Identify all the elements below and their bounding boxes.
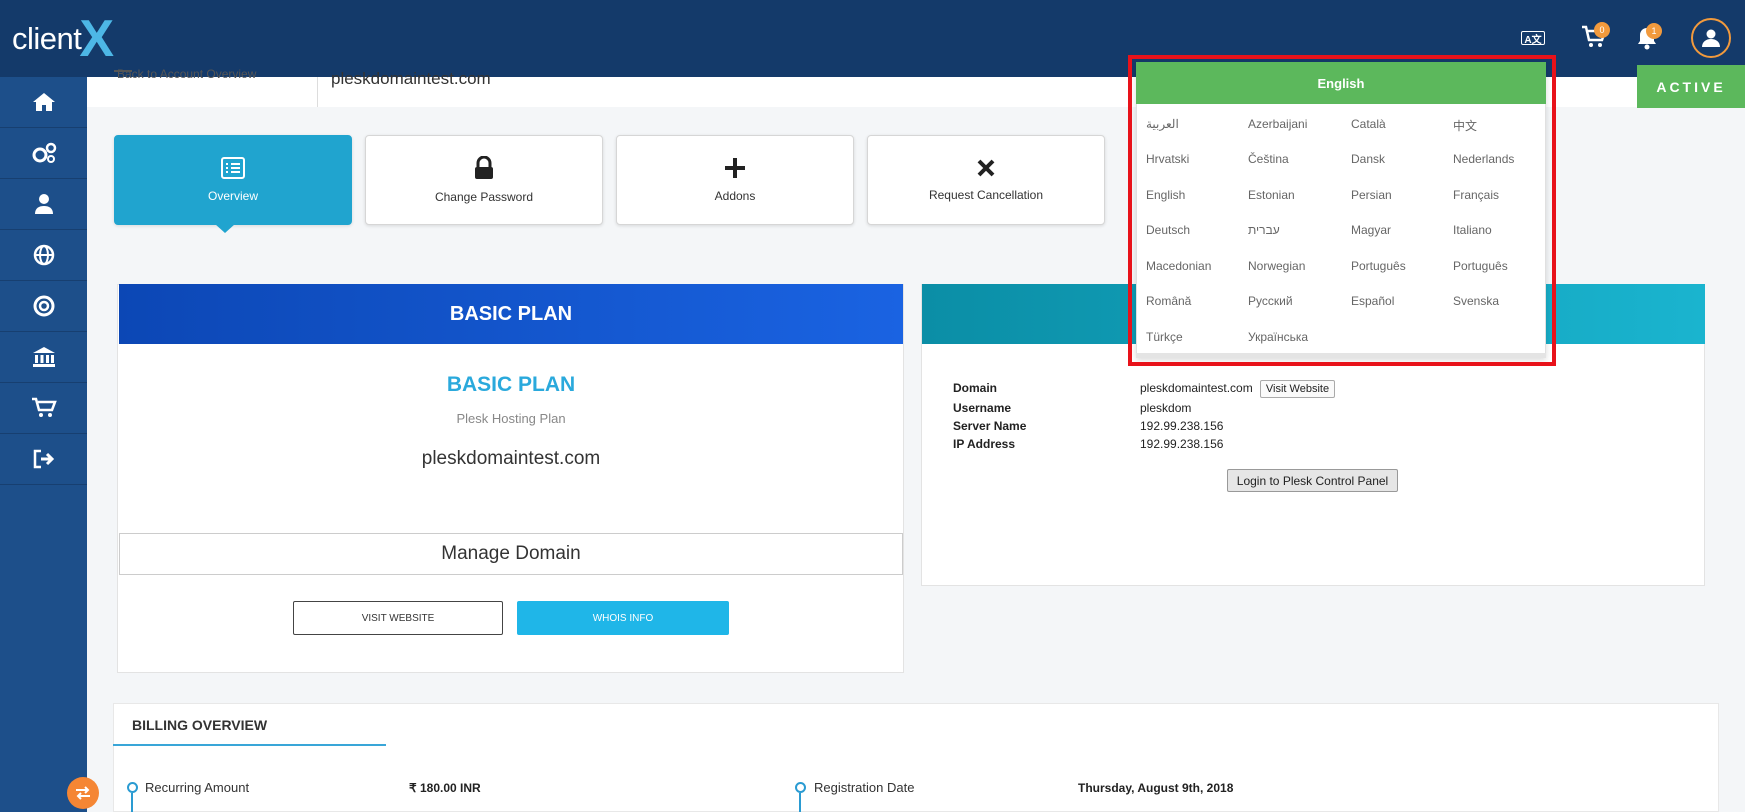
sidebar	[0, 77, 87, 812]
tab-addons[interactable]: Addons	[616, 135, 854, 225]
active-tab-pointer	[215, 224, 235, 233]
list-icon	[221, 157, 245, 179]
times-icon	[977, 159, 995, 177]
tab-overview[interactable]: Overview	[114, 135, 352, 225]
detail-label: Domain	[953, 381, 998, 395]
detail-label: IP Address	[953, 437, 1016, 451]
tab-label: Change Password	[434, 190, 534, 204]
tab-request-cancellation[interactable]: Request Cancellation	[867, 135, 1105, 225]
cart-icon[interactable]	[0, 383, 87, 434]
back-to-account-link[interactable]: Back to Account Overview	[117, 67, 256, 81]
visit-website-button[interactable]: VISIT WEBSITE	[293, 601, 503, 635]
logo-text: client	[12, 21, 82, 56]
registration-date-value: Thursday, August 9th, 2018	[1078, 781, 1234, 795]
billing-panel	[113, 703, 1719, 812]
notification-count-badge: 1	[1646, 23, 1662, 39]
manage-domain-button[interactable]: Manage Domain	[119, 533, 903, 575]
detail-label: Server Name	[953, 419, 1027, 433]
logo-mark: X	[79, 10, 115, 68]
tab-change-password[interactable]: Change Password	[365, 135, 603, 225]
plan-name: BASIC PLAN	[446, 373, 576, 396]
detail-value: pleskdomaintest.com	[1140, 381, 1253, 395]
language-icon[interactable]: A文	[1521, 31, 1545, 46]
detail-value: 192.99.238.156	[1140, 437, 1224, 451]
visit-website-small-button[interactable]: Visit Website	[1260, 380, 1335, 398]
recurring-amount-label: Recurring Amount	[145, 780, 250, 795]
user-avatar-icon[interactable]	[1691, 18, 1731, 58]
plan-domain: pleskdomaintest.com	[421, 448, 601, 469]
plan-type: Plesk Hosting Plan	[456, 411, 566, 426]
timeline-line	[131, 793, 133, 812]
globe-icon[interactable]	[0, 230, 87, 281]
billing-title: BILLING OVERVIEW	[132, 717, 268, 733]
service-domain: pleskdomaintest.com	[331, 69, 491, 88]
home-icon[interactable]	[0, 77, 87, 128]
billing-title-underline	[113, 744, 386, 746]
status-badge: ACTIVE	[1637, 65, 1745, 108]
bank-icon[interactable]	[0, 332, 87, 383]
logout-icon[interactable]	[0, 434, 87, 485]
divider	[317, 77, 318, 107]
lock-icon	[475, 156, 493, 179]
registration-date-label: Registration Date	[814, 780, 915, 795]
highlight-annotation	[1128, 55, 1556, 366]
tab-label: Request Cancellation	[928, 188, 1044, 202]
plus-icon	[725, 158, 745, 178]
timeline-line	[799, 793, 801, 812]
tab-label: Addons	[714, 189, 756, 203]
detail-value: 192.99.238.156	[1140, 419, 1224, 433]
user-icon[interactable]	[0, 179, 87, 230]
tab-label: Overview	[207, 189, 258, 203]
login-plesk-button[interactable]: Login to Plesk Control Panel	[1227, 469, 1398, 492]
gears-icon[interactable]	[0, 128, 87, 179]
timeline-dot	[795, 782, 806, 793]
detail-label: Username	[953, 401, 1012, 415]
lifebuoy-icon[interactable]	[0, 281, 87, 332]
detail-value: pleskdom	[1140, 401, 1192, 415]
timeline-dot	[127, 782, 138, 793]
plan-header: BASIC PLAN	[119, 284, 903, 344]
cart-count-badge: 0	[1594, 22, 1610, 38]
logo[interactable]: client X	[12, 10, 115, 68]
whois-info-button[interactable]: WHOIS INFO	[517, 601, 729, 635]
transfer-icon[interactable]	[67, 777, 99, 809]
recurring-amount-value: ₹ 180.00 INR	[409, 781, 481, 795]
